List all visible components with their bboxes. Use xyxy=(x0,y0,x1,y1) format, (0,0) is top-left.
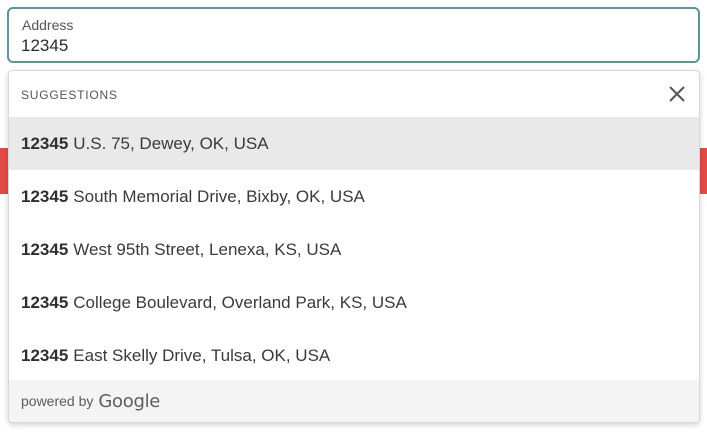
suggestion-item[interactable]: 12345 East Skelly Drive, Tulsa, OK, USA xyxy=(9,329,699,382)
suggestion-text: College Boulevard, Overland Park, KS, US… xyxy=(73,292,407,312)
close-button[interactable] xyxy=(667,84,687,104)
suggestions-header: SUGGESTIONS xyxy=(9,71,699,117)
suggestion-item[interactable]: 12345 West 95th Street, Lenexa, KS, USA xyxy=(9,223,699,276)
suggestion-text: U.S. 75, Dewey, OK, USA xyxy=(73,133,269,153)
suggestion-match: 12345 xyxy=(21,133,69,153)
suggestion-text: South Memorial Drive, Bixby, OK, USA xyxy=(73,186,365,206)
suggestions-title: SUGGESTIONS xyxy=(21,88,118,102)
close-icon xyxy=(669,86,685,102)
suggestion-text: East Skelly Drive, Tulsa, OK, USA xyxy=(73,345,331,365)
suggestion-match: 12345 xyxy=(21,345,69,365)
address-input[interactable] xyxy=(21,36,681,56)
suggestion-item[interactable]: 12345 College Boulevard, Overland Park, … xyxy=(9,276,699,329)
powered-by-text: powered by xyxy=(21,393,94,409)
suggestion-match: 12345 xyxy=(21,292,69,312)
suggestions-dropdown: SUGGESTIONS 12345 U.S. 75, Dewey, OK, US… xyxy=(8,70,700,423)
suggestion-item[interactable]: 12345 South Memorial Drive, Bixby, OK, U… xyxy=(9,170,699,223)
address-field[interactable]: Address xyxy=(7,7,700,63)
suggestion-item[interactable]: 12345 U.S. 75, Dewey, OK, USA xyxy=(9,117,699,170)
address-label: Address xyxy=(22,17,74,33)
stage: Address SUGGESTIONS 12345 U.S. 75, Dewey… xyxy=(0,0,707,432)
suggestion-match: 12345 xyxy=(21,186,69,206)
suggestion-text: West 95th Street, Lenexa, KS, USA xyxy=(73,239,342,259)
google-logo: Google xyxy=(98,390,161,412)
suggestion-match: 12345 xyxy=(21,239,69,259)
powered-by-footer: powered by Google xyxy=(9,380,699,422)
